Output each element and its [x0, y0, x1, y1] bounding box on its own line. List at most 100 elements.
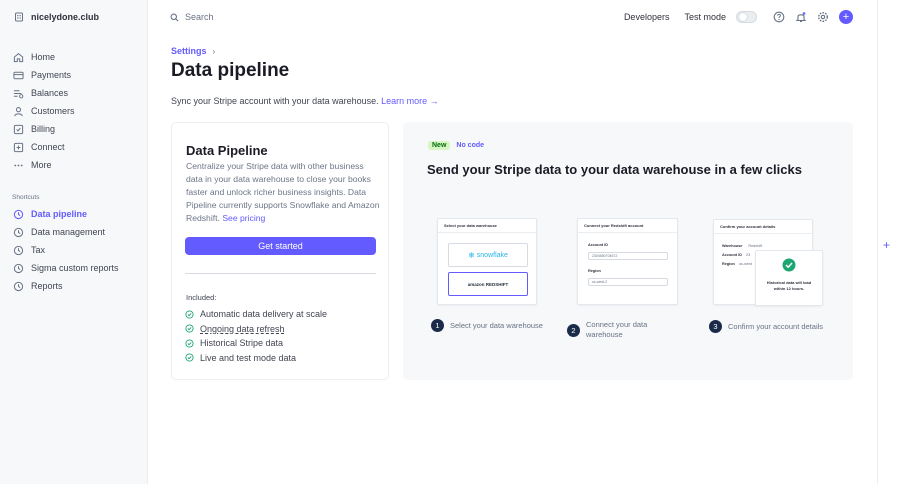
feature-list: Automatic data delivery at scale Ongoing…: [185, 307, 327, 365]
account-value: 23: [746, 253, 751, 257]
create-plus-icon[interactable]: +: [839, 10, 853, 24]
clock-icon: [13, 281, 24, 291]
shortcut-label: Data management: [31, 227, 106, 237]
check-circle-icon: [185, 339, 194, 348]
account-switcher[interactable]: nicelydone.club: [14, 12, 99, 22]
building-icon: [14, 12, 24, 22]
step-number: 2: [567, 323, 580, 337]
get-started-button[interactable]: Get started: [185, 237, 376, 255]
settings-gear-icon[interactable]: [817, 11, 829, 23]
sidebar-item-connect[interactable]: Connect: [12, 138, 140, 156]
promo-title: Send your Stripe data to your data wareh…: [427, 162, 802, 177]
billing-icon: [13, 124, 24, 134]
check-circle-icon: [185, 324, 194, 333]
shortcut-reports[interactable]: Reports: [12, 277, 142, 295]
feature-label: Historical Stripe data: [200, 338, 284, 349]
breadcrumb: Settings ›: [171, 46, 215, 56]
sidebar-item-customers[interactable]: Customers: [12, 102, 140, 120]
sidebar: nicelydone.club Home Payments Balances C…: [0, 0, 148, 484]
feature-item: Automatic data delivery at scale: [185, 307, 327, 322]
warehouse-row: Warehouse Redshift: [722, 244, 762, 248]
account-name: nicelydone.club: [31, 12, 100, 22]
feature-label-tooltip-trigger[interactable]: Ongoing data refresh: [200, 324, 285, 334]
step1-header: Select your data warehouse: [438, 219, 536, 233]
step-text: Connect your data warehouse: [586, 320, 648, 339]
step2-illustration: Connect your Redshift account Account ID…: [577, 218, 678, 305]
divider: [185, 273, 376, 274]
sidebar-item-more[interactable]: More: [12, 156, 140, 174]
snowflake-label: snowflake: [476, 251, 508, 259]
redshift-option: amazon REDSHIFT: [448, 272, 528, 296]
search-placeholder: Search: [185, 12, 214, 22]
feature-label: Live and test mode data: [200, 352, 297, 363]
step3-header: Confirm your account details: [714, 220, 812, 234]
see-pricing-link[interactable]: See pricing: [222, 213, 265, 223]
add-icon[interactable]: +: [883, 238, 890, 252]
account-id-field: 2304650704672: [588, 252, 668, 260]
check-circle-filled-icon: [782, 258, 796, 272]
sidebar-item-label: Customers: [31, 106, 75, 116]
main-nav: Home Payments Balances Customers Billing…: [12, 48, 140, 174]
sidebar-item-balances[interactable]: Balances: [12, 84, 140, 102]
shortcut-sigma-reports[interactable]: Sigma custom reports: [12, 259, 142, 277]
check-circle-icon: [185, 310, 194, 319]
clock-icon: [13, 227, 24, 237]
shortcut-label: Tax: [31, 245, 46, 255]
search-input[interactable]: Search: [170, 12, 214, 22]
shortcut-data-management[interactable]: Data management: [12, 223, 142, 241]
sidebar-item-label: Balances: [31, 88, 69, 98]
sidebar-item-home[interactable]: Home: [12, 48, 140, 66]
page-subtitle: Sync your Stripe account with your data …: [171, 96, 439, 106]
sidebar-item-label: Billing: [31, 124, 56, 134]
snowflake-option: ❄ snowflake: [448, 243, 528, 267]
region-row: Region us-west: [722, 262, 752, 266]
feature-item: Ongoing data refresh: [185, 322, 327, 337]
shortcut-tax[interactable]: Tax: [12, 241, 142, 259]
breadcrumb-settings-link[interactable]: Settings: [171, 46, 207, 56]
test-mode-toggle[interactable]: [736, 11, 757, 23]
region-label: Region: [588, 269, 601, 273]
region-value: us-west: [738, 262, 752, 266]
notifications-bell-icon[interactable]: [795, 11, 807, 23]
redshift-label: amazon REDSHIFT: [467, 281, 509, 287]
clock-icon: [13, 263, 24, 273]
sidebar-item-billing[interactable]: Billing: [12, 120, 140, 138]
connect-icon: [13, 142, 24, 152]
more-icon: [14, 164, 23, 166]
check-circle-icon: [185, 353, 194, 362]
step-number: 1: [431, 319, 444, 332]
shortcut-label: Reports: [31, 281, 63, 291]
subtitle-text: Sync your Stripe account with your data …: [171, 96, 379, 106]
step-2: 2 Connect your data warehouse: [567, 320, 667, 340]
no-code-badge: No code: [456, 142, 485, 149]
sidebar-item-label: Home: [31, 52, 56, 62]
search-icon: [170, 13, 179, 21]
success-toast: Historical data will load within 12 hour…: [755, 250, 823, 306]
card-description: Centralize your Stripe data with other b…: [186, 160, 380, 225]
included-label: Included:: [186, 293, 217, 302]
account-row: Account ID 23: [722, 253, 750, 257]
shortcut-label: Data pipeline: [31, 209, 88, 219]
shortcut-data-pipeline[interactable]: Data pipeline: [12, 205, 142, 223]
step1-illustration: Select your data warehouse ❄ snowflake a…: [437, 218, 537, 305]
page-title: Data pipeline: [171, 60, 290, 81]
feature-label: Automatic data delivery at scale: [200, 309, 328, 320]
developers-link[interactable]: Developers: [624, 12, 670, 22]
feature-item: Historical Stripe data: [185, 336, 327, 351]
customers-icon: [14, 106, 23, 116]
help-icon[interactable]: [773, 11, 785, 23]
payments-icon: [13, 71, 24, 79]
right-rail: +: [877, 0, 900, 484]
shortcut-label: Sigma custom reports: [31, 263, 119, 273]
badges: New No code: [428, 141, 487, 150]
account-id-label: Account ID: [588, 243, 609, 247]
chevron-right-icon: ›: [212, 46, 216, 56]
shortcuts-heading: Shortcuts: [12, 194, 40, 201]
clock-icon: [13, 245, 24, 255]
step2-header: Connect your Redshift account: [578, 219, 677, 233]
learn-more-link[interactable]: Learn more →: [381, 96, 439, 106]
warehouse-value: Redshift: [748, 244, 763, 248]
top-bar: Search Developers Test mode +: [148, 0, 877, 36]
sidebar-item-payments[interactable]: Payments: [12, 66, 140, 84]
data-pipeline-card: Data Pipeline Centralize your Stripe dat…: [171, 122, 389, 380]
